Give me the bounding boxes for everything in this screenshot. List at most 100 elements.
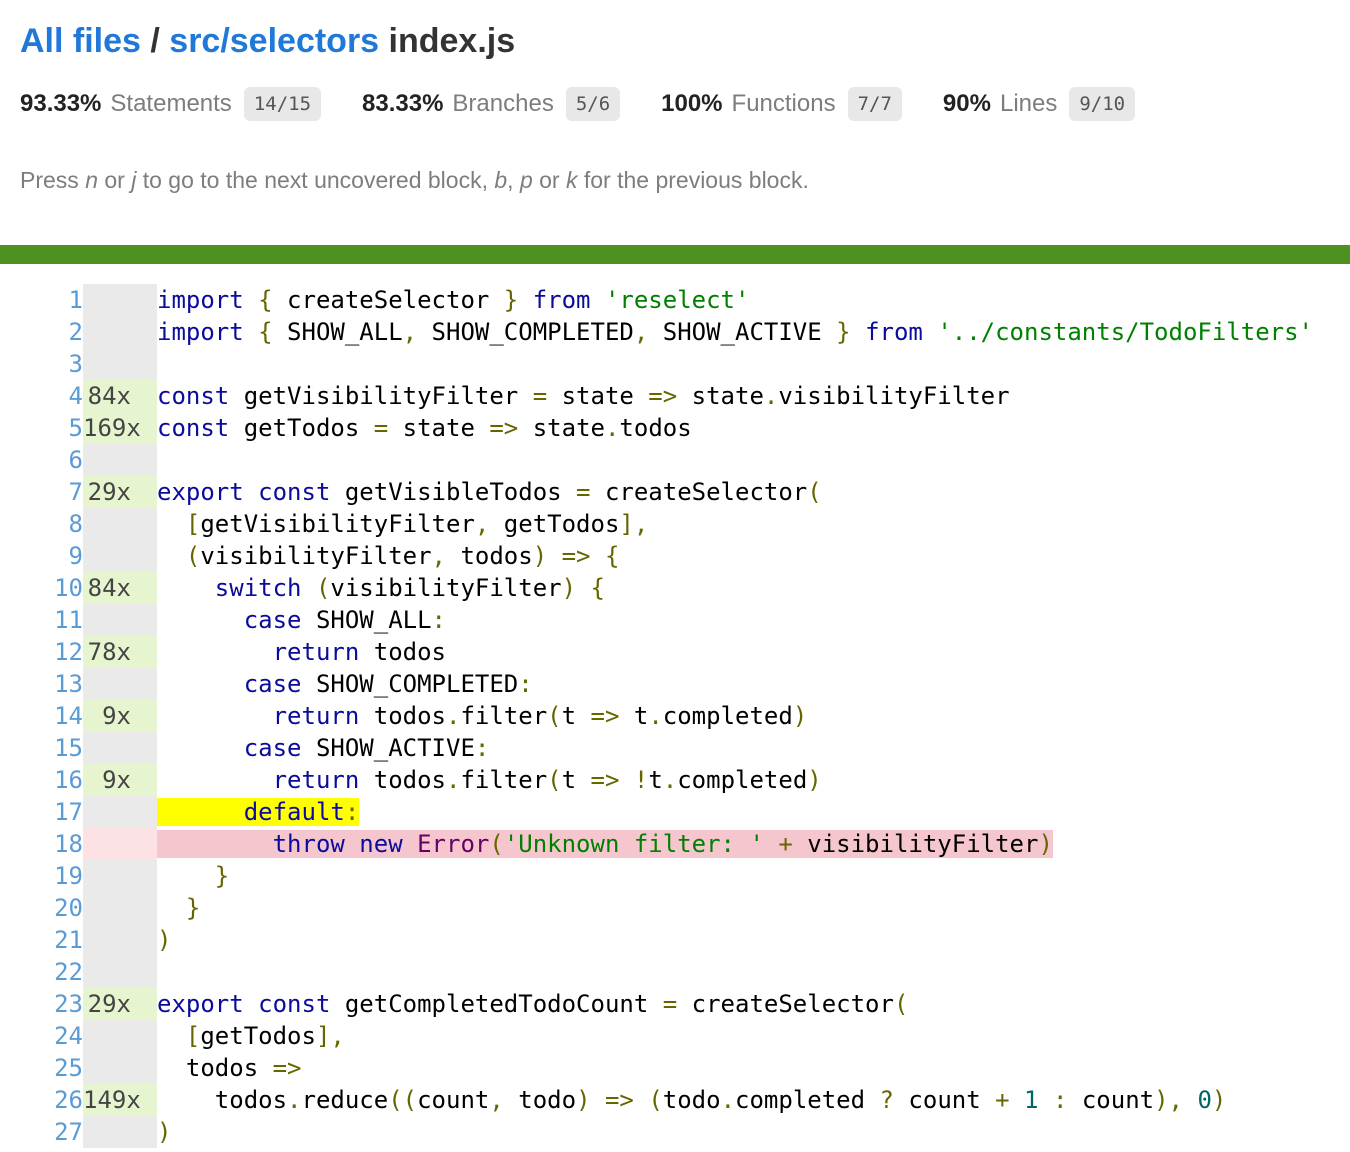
line-number: 10: [0, 572, 83, 604]
syntax-token: (: [316, 574, 330, 602]
syntax-token: =>: [591, 766, 620, 794]
line-number-link[interactable]: 3: [69, 350, 83, 378]
line-number-link[interactable]: 22: [54, 958, 83, 986]
line-number-link[interactable]: 24: [54, 1022, 83, 1050]
syntax-token: from: [533, 286, 591, 314]
keyboard-shortcut-hint: Press n or j to go to the next uncovered…: [20, 166, 1330, 194]
line-number-link[interactable]: 20: [54, 894, 83, 922]
hit-count: [83, 828, 157, 860]
code-line: 18 throw new Error('Unknown filter: ' + …: [0, 828, 1350, 860]
hint-text: ,: [507, 167, 520, 193]
syntax-token: ,: [403, 318, 417, 346]
line-number-link[interactable]: 23: [54, 990, 83, 1018]
hit-count: [83, 732, 157, 764]
syntax-token: ): [576, 1086, 590, 1114]
code-text: export const getCompletedTodoCount = cre…: [157, 988, 1350, 1020]
line-number-link[interactable]: 25: [54, 1054, 83, 1082]
syntax-token: import: [157, 318, 244, 346]
syntax-token: [157, 766, 273, 794]
syntax-token: SHOW_ALL: [273, 318, 403, 346]
line-number-link[interactable]: 1: [69, 286, 83, 314]
hit-count-gutter: [83, 348, 157, 380]
code-text: todos =>: [157, 1052, 1350, 1084]
code-line: 15 case SHOW_ACTIVE:: [0, 732, 1350, 764]
line-number-link[interactable]: 5: [69, 414, 83, 442]
syntax-token: =>: [605, 1086, 634, 1114]
hint-text: or: [533, 167, 566, 193]
syntax-token: const: [258, 990, 330, 1018]
line-number-link[interactable]: 27: [54, 1118, 83, 1146]
line-number-link[interactable]: 17: [54, 798, 83, 826]
line-number: 21: [0, 924, 83, 956]
line-number-link[interactable]: 16: [54, 766, 83, 794]
hit-count: 9x: [83, 764, 157, 796]
line-number-link[interactable]: 7: [69, 478, 83, 506]
hit-count: 9x: [83, 700, 157, 732]
hit-count-gutter: [83, 828, 157, 860]
shortcut-key: p: [520, 167, 533, 193]
syntax-token: ): [157, 1118, 171, 1146]
code-text: return todos: [157, 636, 1350, 668]
hit-count: [83, 860, 157, 892]
syntax-token: .: [287, 1086, 301, 1114]
line-number-link[interactable]: 18: [54, 830, 83, 858]
syntax-token: ),: [1154, 1086, 1183, 1114]
missing-branch-highlight: default:: [157, 798, 359, 826]
syntax-token: getVisibilityFilter: [229, 382, 532, 410]
code-line: 3: [0, 348, 1350, 380]
syntax-token: (: [547, 702, 561, 730]
syntax-token: }: [836, 318, 850, 346]
syntax-token: [619, 766, 633, 794]
line-number: 2: [0, 316, 83, 348]
syntax-token: :: [518, 670, 532, 698]
breadcrumb-link[interactable]: All files: [20, 22, 141, 60]
stat-label: Lines: [1000, 90, 1057, 118]
code-line: 2import { SHOW_ALL, SHOW_COMPLETED, SHOW…: [0, 316, 1350, 348]
syntax-token: [851, 318, 865, 346]
line-number: 11: [0, 604, 83, 636]
syntax-token: ,: [489, 1086, 503, 1114]
line-number-link[interactable]: 8: [69, 510, 83, 538]
line-number-link[interactable]: 12: [54, 638, 83, 666]
line-number-link[interactable]: 2: [69, 318, 83, 346]
hit-count-gutter: [83, 1052, 157, 1084]
line-number-link[interactable]: 14: [54, 702, 83, 730]
syntax-token: [302, 574, 316, 602]
line-number: 3: [0, 348, 83, 380]
hit-count: [83, 924, 157, 956]
line-number-link[interactable]: 10: [54, 574, 83, 602]
syntax-token: (: [894, 990, 908, 1018]
syntax-token: state: [518, 414, 605, 442]
line-number-link[interactable]: 6: [69, 446, 83, 474]
line-number-link[interactable]: 26: [54, 1086, 83, 1114]
hit-count-gutter: [83, 316, 157, 348]
syntax-token: =: [533, 382, 547, 410]
syntax-token: 'Unknown filter: ': [504, 830, 764, 858]
line-number-link[interactable]: 11: [54, 606, 83, 634]
line-number-link[interactable]: 9: [69, 542, 83, 570]
code-text: return todos.filter(t => !t.completed): [157, 764, 1350, 796]
hit-count-gutter: [83, 284, 157, 316]
code-line: 169x return todos.filter(t => !t.complet…: [0, 764, 1350, 796]
coverage-stat-statements: 93.33%Statements14/15: [20, 87, 321, 121]
syntax-token: [: [186, 1022, 200, 1050]
breadcrumb-link[interactable]: src/selectors: [169, 22, 379, 60]
line-number-link[interactable]: 21: [54, 926, 83, 954]
code-text: ): [157, 1116, 1350, 1148]
syntax-token: case: [244, 670, 302, 698]
syntax-token: !: [634, 766, 648, 794]
syntax-token: completed: [677, 766, 807, 794]
syntax-token: getTodos: [229, 414, 374, 442]
syntax-token: {: [258, 318, 272, 346]
syntax-token: [157, 574, 215, 602]
line-number: 5: [0, 412, 83, 444]
stat-label: Branches: [452, 90, 553, 118]
syntax-token: todo: [663, 1086, 721, 1114]
line-number-link[interactable]: 13: [54, 670, 83, 698]
line-number-link[interactable]: 4: [69, 382, 83, 410]
syntax-token: export: [157, 990, 244, 1018]
line-number: 26: [0, 1084, 83, 1116]
line-number-link[interactable]: 19: [54, 862, 83, 890]
code-text: (visibilityFilter, todos) => {: [157, 540, 1350, 572]
line-number-link[interactable]: 15: [54, 734, 83, 762]
